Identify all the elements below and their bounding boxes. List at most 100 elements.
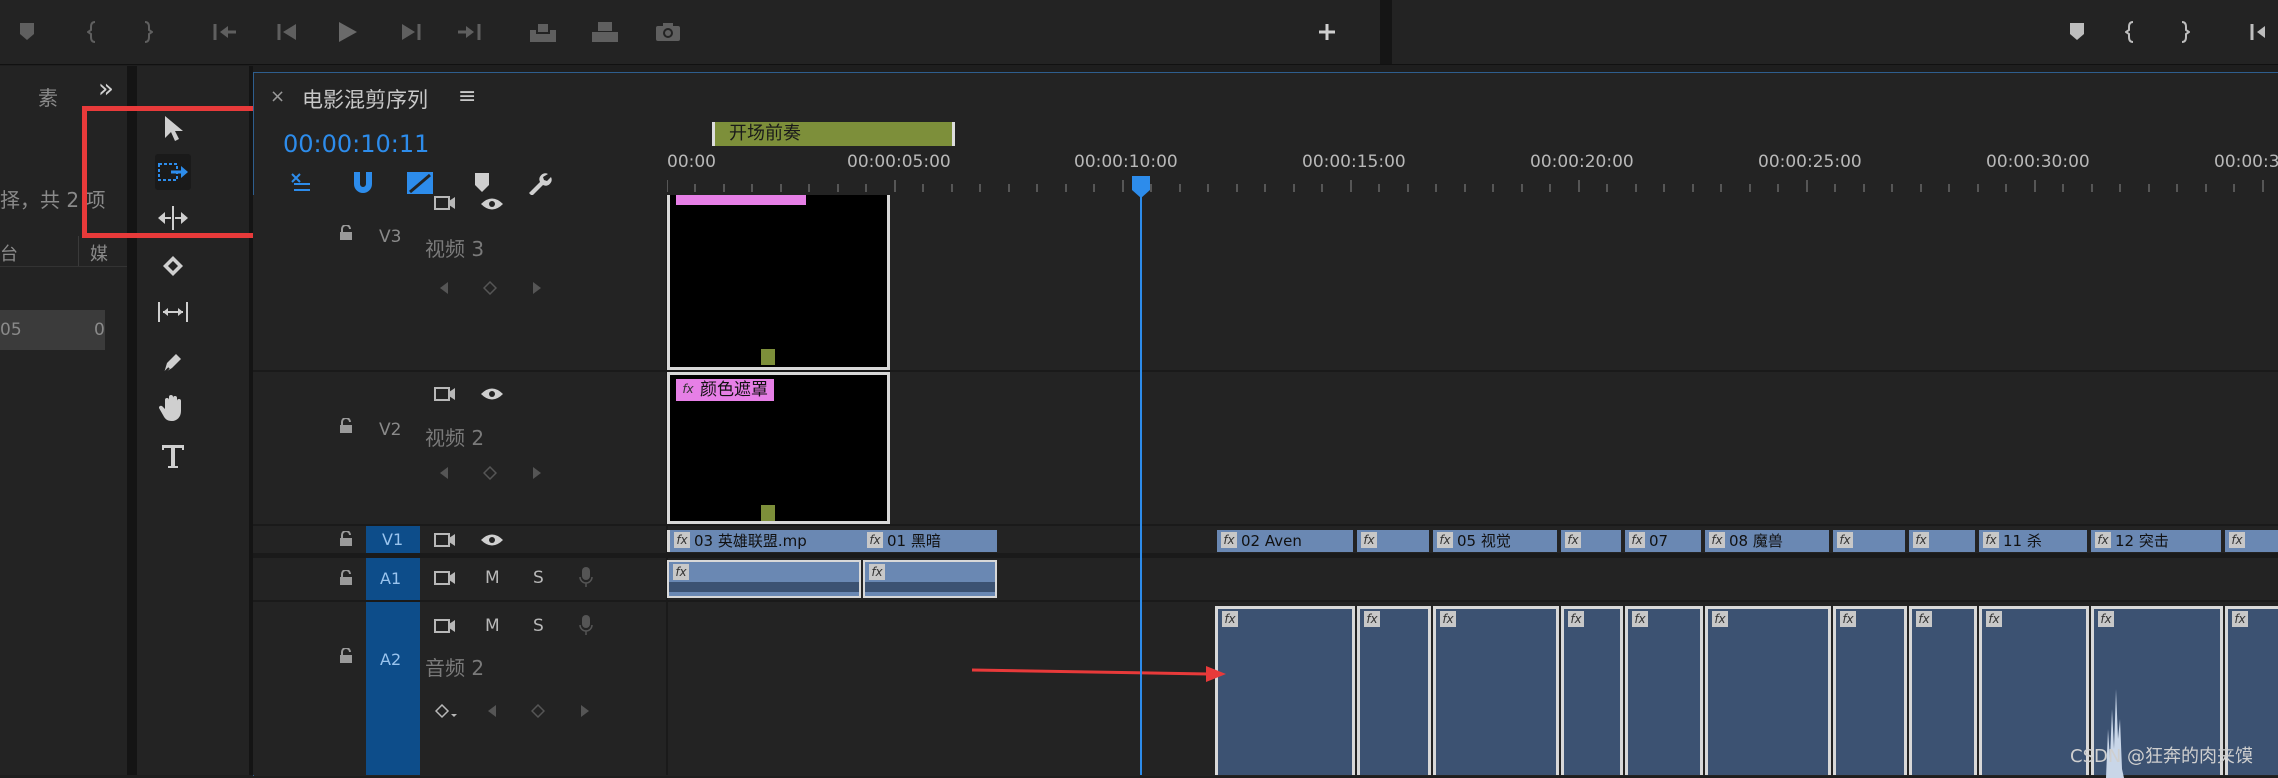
audio-clip-a2[interactable]: fx [1433,606,1559,775]
audio-clip-a1[interactable]: fx [863,560,997,598]
track-name-v3[interactable]: 视频 3 [425,233,484,262]
lock-track-icon[interactable] [339,648,353,664]
lock-track-icon[interactable] [339,531,353,547]
column-separator[interactable] [78,236,79,266]
playhead-line[interactable] [1140,196,1142,775]
audio-clip-a2[interactable]: fx [1561,606,1623,775]
clip-v1[interactable]: fx [1357,530,1429,552]
add-button-plus-icon[interactable] [1312,18,1342,46]
track-id-v2[interactable]: V2 [379,420,401,440]
audio-clip-a2[interactable]: fx [1705,606,1831,775]
clip-color-matte-v3[interactable] [667,195,890,370]
go-to-out-button[interactable] [454,18,484,46]
go-to-in-button[interactable] [210,18,240,46]
toggle-sync-lock-icon[interactable] [433,618,457,634]
add-marker-button[interactable] [12,18,42,46]
playhead-timecode[interactable]: 00:00:10:11 [283,130,429,158]
timeline-settings-wrench-icon[interactable] [526,170,552,196]
razor-tool-icon[interactable] [155,248,191,284]
lock-track-icon[interactable] [339,570,353,586]
go-to-in-button[interactable] [2244,18,2274,46]
source-patch-a1[interactable]: A1 [366,558,420,600]
slip-tool-icon[interactable] [155,294,191,330]
audio-clip-a2[interactable]: fx [1625,606,1703,775]
play-button[interactable] [332,18,362,46]
mute-track-button[interactable]: M [485,568,500,588]
solo-track-button[interactable]: S [533,568,544,588]
panel-menu-icon[interactable]: ≡ [458,84,476,109]
next-keyframe-icon[interactable] [580,704,590,718]
toggle-visibility-eye-icon[interactable] [480,197,504,211]
voice-over-mic-icon[interactable] [579,566,593,588]
toggle-sync-lock-icon[interactable] [433,386,457,402]
prev-keyframe-icon[interactable] [487,704,497,718]
clip-v1[interactable]: fx 11 杀 [1979,530,2087,552]
next-keyframe-icon[interactable] [532,281,542,295]
prev-keyframe-icon[interactable] [439,281,449,295]
column-header-media[interactable]: 媒 [90,240,108,266]
audio-clip-a2[interactable]: fx [1833,606,1907,775]
audio-clip-a2[interactable]: fx [1909,606,1977,775]
nest-sequence-icon[interactable] [288,170,318,198]
clip-v1[interactable]: fx 07 [1625,530,1701,552]
pen-tool-icon[interactable] [155,344,191,380]
panel-divider[interactable] [1380,0,1392,64]
overwrite-button[interactable] [590,18,620,46]
solo-track-button[interactable]: S [533,616,544,636]
mark-in-button[interactable] [78,18,108,46]
step-forward-button[interactable] [396,18,426,46]
clip-v1[interactable]: fx 03 英雄联盟.mp [667,530,864,552]
lock-track-icon[interactable] [339,418,353,434]
project-list-item[interactable]: 05 0 [0,310,105,350]
track-name-v2[interactable]: 视频 2 [425,422,484,451]
audio-clip-a2[interactable]: fx [1357,606,1431,775]
add-marker-button[interactable] [2062,18,2092,46]
snap-magnet-icon[interactable] [350,170,376,196]
sequence-tab-title[interactable]: 电影混剪序列 [302,84,428,114]
clip-v1[interactable]: fx 12 突击 [2091,530,2221,552]
source-patch-v1[interactable]: V1 [366,526,420,553]
toggle-sync-lock-icon[interactable] [433,570,457,586]
export-frame-camera-icon[interactable] [653,18,683,46]
clip-v1[interactable]: fx [1561,530,1621,552]
add-marker-icon[interactable] [474,172,490,194]
clip-v1[interactable]: fx 05 视觉 [1433,530,1557,552]
toggle-sync-lock-icon[interactable] [433,195,457,211]
hand-tool-icon[interactable] [155,390,191,426]
type-tool-icon[interactable] [155,438,191,474]
track-name-a2[interactable]: 音频 2 [425,652,484,681]
prev-keyframe-icon[interactable] [439,466,449,480]
clip-v1[interactable]: fx 08 魔兽 [1705,530,1829,552]
project-panel-tab[interactable]: 素 [38,82,58,111]
add-keyframe-icon[interactable] [531,704,545,718]
column-header-frame-rate[interactable]: 台 [0,240,18,266]
toggle-visibility-eye-icon[interactable] [480,533,504,547]
source-patch-a2[interactable]: A2 [366,602,420,775]
track-id-v3[interactable]: V3 [379,227,401,247]
mark-out-button[interactable] [132,18,162,46]
mark-in-button[interactable] [2116,18,2146,46]
expand-panels-icon[interactable]: » [98,76,114,102]
mute-track-button[interactable]: M [485,616,500,636]
clip-v1[interactable]: fx 02 Aven [1217,530,1353,552]
add-keyframe-icon[interactable] [483,281,497,295]
lock-track-icon[interactable] [339,225,353,241]
clip-v1[interactable]: fx [2225,530,2278,552]
clip-v1[interactable]: fx [1833,530,1905,552]
clip-v1[interactable]: fx 01 黑暗 [863,530,997,552]
clip-color-matte-v2[interactable]: fx 颜色遮罩 [667,372,890,524]
add-keyframe-icon[interactable] [483,466,497,480]
close-tab-icon[interactable]: × [270,86,285,107]
insert-button[interactable] [528,18,558,46]
toggle-visibility-eye-icon[interactable] [480,387,504,401]
next-keyframe-icon[interactable] [532,466,542,480]
mark-out-button[interactable] [2169,18,2199,46]
linked-selection-icon[interactable] [406,170,434,196]
voice-over-mic-icon[interactable] [579,614,593,636]
step-back-button[interactable] [272,18,302,46]
audio-clip-a2[interactable]: fx [1215,606,1355,775]
toggle-sync-lock-icon[interactable] [433,532,457,548]
audio-clip-a1[interactable]: fx [667,560,861,598]
show-keyframes-icon[interactable] [435,704,457,720]
sequence-marker[interactable]: 开场前奏 [712,122,955,146]
